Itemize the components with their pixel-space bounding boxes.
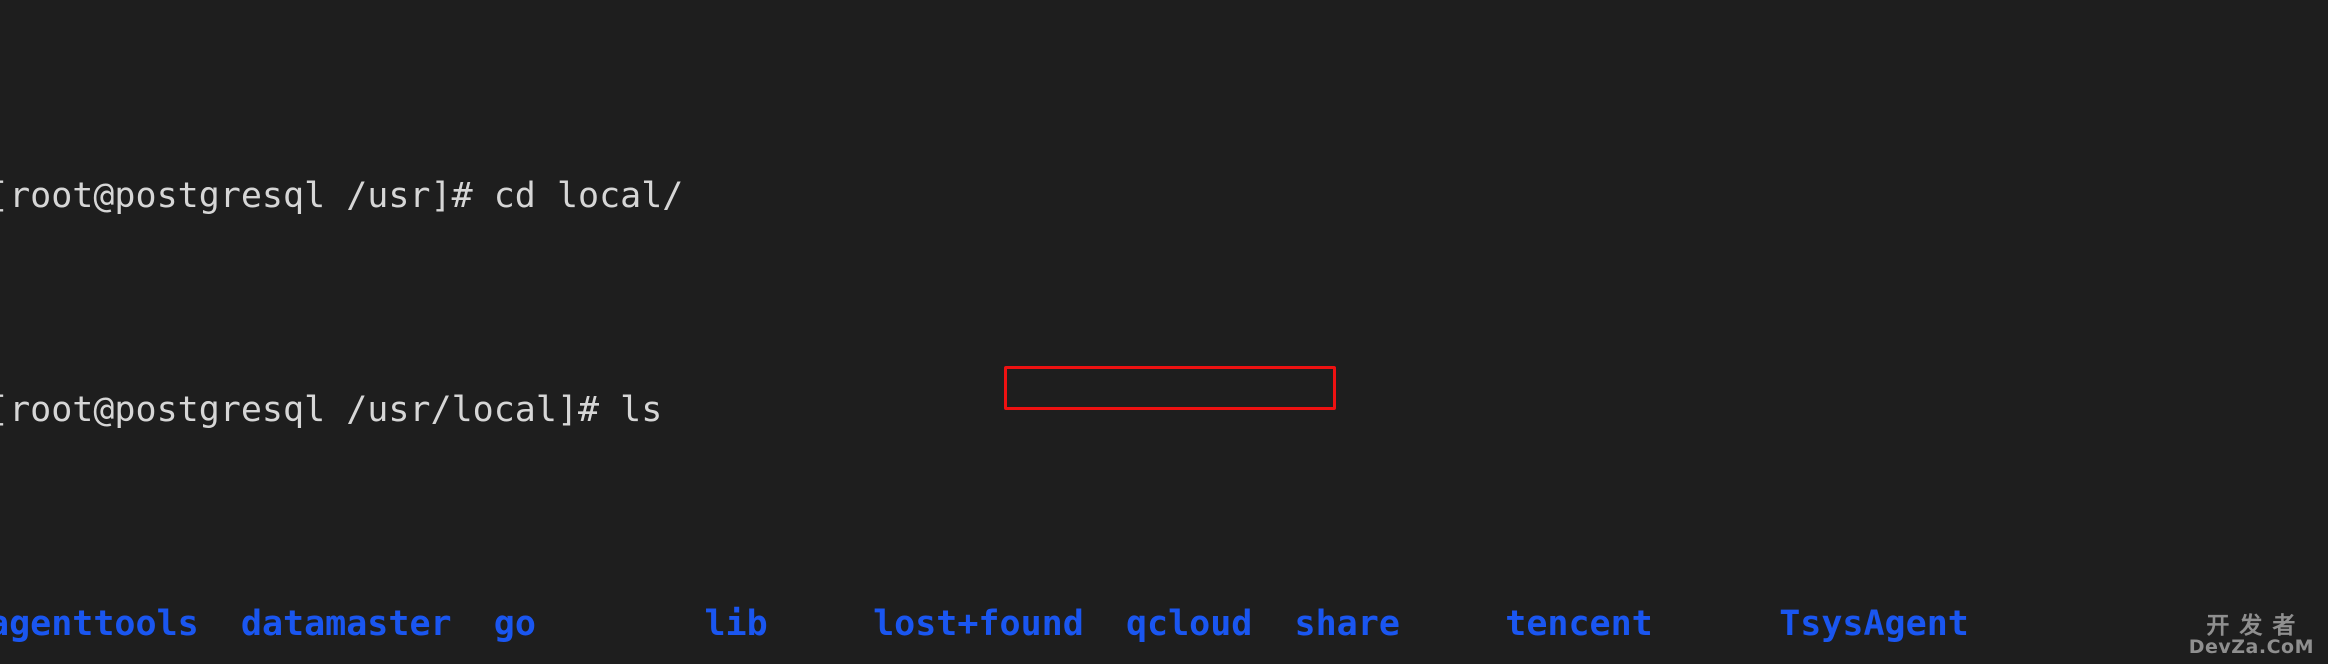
- terminal-line: agenttools datamaster go lib lost+found …: [0, 603, 2158, 646]
- ls-entry: share: [1294, 604, 1400, 645]
- ls-entry: qcloud: [1125, 604, 1253, 645]
- ls-entry: datamaster: [240, 604, 452, 645]
- watermark: 开 发 者 DevZa.CoM: [2189, 614, 2314, 658]
- ls-entry: go: [493, 604, 536, 645]
- ls-gap: [1400, 604, 1505, 644]
- ls-gap: [1084, 604, 1126, 644]
- terminal-window[interactable]: [root@postgresql /usr]# cd local/ [root@…: [0, 0, 2328, 664]
- prompt-line: [root@postgresql /usr/local]# ls: [0, 390, 663, 431]
- ls-gap: [536, 604, 705, 644]
- ls-gap: [1252, 604, 1294, 644]
- ls-entry: TsysAgent: [1779, 604, 1969, 645]
- ls-entry: lib: [704, 604, 768, 645]
- ls-gap: [199, 604, 241, 644]
- ls-entry: tencent: [1505, 604, 1653, 645]
- watermark-chinese-text: 开 发 者: [2206, 612, 2297, 639]
- terminal-line: [root@postgresql /usr]# cd local/: [0, 175, 2158, 218]
- terminal-screen: [root@postgresql /usr]# cd local/ [root@…: [0, 4, 2158, 664]
- ls-gap: [452, 604, 494, 644]
- terminal-line: [root@postgresql /usr/local]# ls: [0, 389, 2158, 432]
- prompt-line: [root@postgresql /usr]# cd local/: [0, 176, 684, 217]
- ls-entry: agenttools: [0, 604, 199, 645]
- watermark-site-text: DevZa.CoM: [2188, 636, 2314, 659]
- ls-gap: [1653, 604, 1779, 644]
- ls-gap: [768, 604, 873, 644]
- ls-entry: lost+found: [873, 604, 1084, 645]
